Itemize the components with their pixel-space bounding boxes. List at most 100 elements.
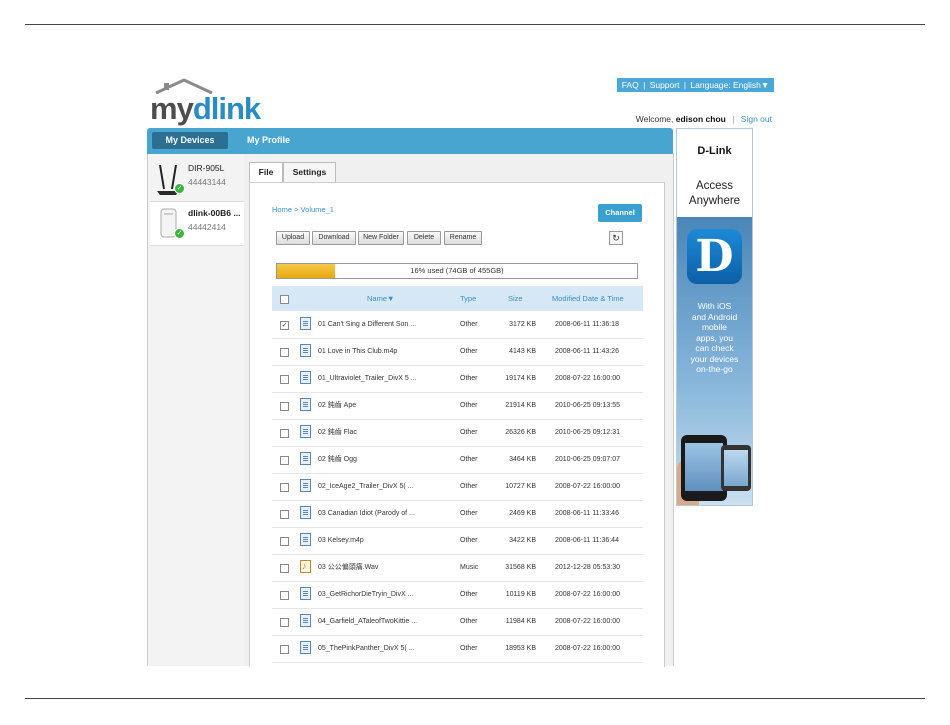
row-checkbox[interactable] [280,618,289,627]
file-name[interactable]: 02 鈍齒 Ogg [318,446,357,473]
language-select[interactable]: Language: English▼ [690,80,769,90]
file-icon [300,614,311,627]
file-name[interactable]: 02 鈍齒 Ape [318,392,356,419]
table-row[interactable]: 03_GetRichorDieTryin_DivX ... Other 10119 … [272,581,643,609]
refresh-icon[interactable]: ↻ [609,231,623,245]
file-name[interactable]: 04_Garfield_ATaleofTwoKittie ... [318,608,417,635]
row-checkbox[interactable] [280,591,289,600]
ad-blurb: With iOS and Android mobile apps, you can ch… [690,301,739,374]
tab-file[interactable]: File [249,162,283,183]
file-size: 4143 KB [509,348,536,355]
device-id: 44443144 [188,177,226,187]
file-size: 18953 KB [505,645,536,652]
row-checkbox[interactable] [280,483,289,492]
file-name[interactable]: 01 Can't Sing a Different Son ... [318,311,416,338]
file-modified: 2008-06-11 11:36:18 [555,321,619,328]
my-profile-tab[interactable]: My Profile [247,132,290,149]
smartphone-image [721,445,751,491]
table-row[interactable]: 01 Love in This Club.m4p Other 4143 KB 2008… [272,338,643,366]
table-row[interactable]: 04_Garfield_ATaleofTwoKittie ... Other 119… [272,608,643,636]
file-name[interactable]: 03 Canadian Idiot (Parody of ... [318,500,415,527]
file-name[interactable]: 01 Love in This Club.m4p [318,338,397,365]
row-checkbox[interactable] [280,564,289,573]
file-modified: 2008-07-22 16:00:00 [555,645,620,652]
file-type: Other [460,645,478,652]
file-size: 19174 KB [505,375,536,382]
channel-button[interactable]: Channel [598,204,642,222]
file-size: 3422 KB [509,537,536,544]
column-name[interactable]: Name▼ [367,286,394,311]
file-name[interactable]: 03 公公偏頭痛.Wav [318,554,378,581]
table-row[interactable]: 02 鈍齒 Flac Other 26326 KB 2010-06-25 09:12:… [272,419,643,447]
column-size[interactable]: Size [508,286,523,311]
new-folder-button[interactable]: New Folder [358,231,404,245]
device-name: DIR-905L [188,163,225,173]
table-row[interactable]: ✓ 01 Can't Sing a Different Son ... Other 3… [272,311,643,339]
file-icon [300,371,311,384]
delete-button[interactable]: Delete [407,231,441,245]
row-checkbox[interactable]: ✓ [280,321,289,330]
sign-out-link[interactable]: Sign out [741,114,772,124]
file-size: 11984 KB [505,618,536,625]
row-checkbox[interactable] [280,375,289,384]
file-type: Other [460,456,478,463]
row-checkbox[interactable] [280,645,289,654]
column-type[interactable]: Type [460,286,476,311]
rename-button[interactable]: Rename [444,231,482,245]
file-type: Other [460,483,478,490]
file-name[interactable]: 02 鈍齒 Flac [318,419,357,446]
file-size: 21914 KB [505,402,536,409]
table-row[interactable]: 02_IceAge2_Trailer_DivX 5( ... Other 10727… [272,473,643,501]
select-all-checkbox[interactable] [280,295,289,304]
separator: | [683,80,687,90]
download-button[interactable]: Download [312,231,356,245]
file-size: 26326 KB [505,429,536,436]
file-icon [300,398,311,411]
dlink-ad-banner[interactable]: D-Link Access Anywhere D With iOS and Andr… [676,128,753,506]
welcome-prefix: Welcome, [635,114,674,124]
file-modified: 2008-06-11 11:36:44 [555,537,619,544]
file-modified: 2010-06-25 09:07:07 [555,456,620,463]
row-checkbox[interactable] [280,456,289,465]
file-icon [300,533,311,546]
file-modified: 2012-12-28 05:53:30 [555,564,620,571]
table-row[interactable]: 05_ThePinkPanther_DivX 5( ... Other 18953 … [272,635,643,663]
device-name: dlink-00B6 ... [188,208,241,218]
file-modified: 2008-07-22 16:00:00 [555,483,620,490]
file-name[interactable]: 05_ThePinkPanther_DivX 5( ... [318,635,415,662]
table-row[interactable]: 01_Ultraviolet_Trailer_DivX 5 ... Other 19… [272,365,643,393]
column-modified[interactable]: Modified Date & Time [552,286,624,311]
file-icon [300,506,311,519]
device-item-dir-905l[interactable]: ✓ DIR-905L 44443144 [150,157,244,200]
table-row[interactable]: 02 鈍齒 Ape Other 21914 KB 2010-06-25 09:13:5… [272,392,643,420]
row-checkbox[interactable] [280,510,289,519]
file-type: Other [460,510,478,517]
support-link[interactable]: Support [650,80,680,90]
file-modified: 2008-06-11 11:33:46 [555,510,619,517]
upload-button[interactable]: Upload [276,231,310,245]
table-row[interactable]: 02 鈍齒 Ogg Other 3464 KB 2010-06-25 09:07:07 [272,446,643,474]
file-name[interactable]: 02_IceAge2_Trailer_DivX 5( ... [318,473,413,500]
table-row[interactable]: ♪ 03 公公偏頭痛.Wav Music 31568 KB 2012-12-28 05:… [272,554,643,582]
table-row[interactable]: 03 Kelsey.m4p Other 3422 KB 2008-06-11 11:3… [272,527,643,555]
breadcrumb[interactable]: Home > Volume_1 [272,205,334,214]
tab-settings[interactable]: Settings [283,162,336,183]
file-browser: Home > Volume_1 Channel Upload Download … [249,182,665,667]
row-checkbox[interactable] [280,429,289,438]
row-checkbox[interactable] [280,402,289,411]
my-devices-tab[interactable]: My Devices [152,132,228,149]
faq-link[interactable]: FAQ [622,80,639,90]
mydlink-logo[interactable]: mydlink [150,78,261,128]
file-name[interactable]: 03_GetRichorDieTryin_DivX ... [318,581,413,608]
row-checkbox[interactable] [280,348,289,357]
file-name[interactable]: 01_Ultraviolet_Trailer_DivX 5 ... [318,365,417,392]
file-size: 31568 KB [505,564,536,571]
online-check-icon: ✓ [174,183,185,194]
file-icon [300,317,311,330]
file-modified: 2010-06-25 09:13:55 [555,402,620,409]
row-checkbox[interactable] [280,537,289,546]
dlink-d-logo-icon: D [687,229,742,284]
table-row[interactable]: 03 Canadian Idiot (Parody of ... Other 246… [272,500,643,528]
device-item-dlink-00b6[interactable]: ✓ dlink-00B6 ... 44442414 [150,201,244,246]
file-name[interactable]: 03 Kelsey.m4p [318,527,364,554]
